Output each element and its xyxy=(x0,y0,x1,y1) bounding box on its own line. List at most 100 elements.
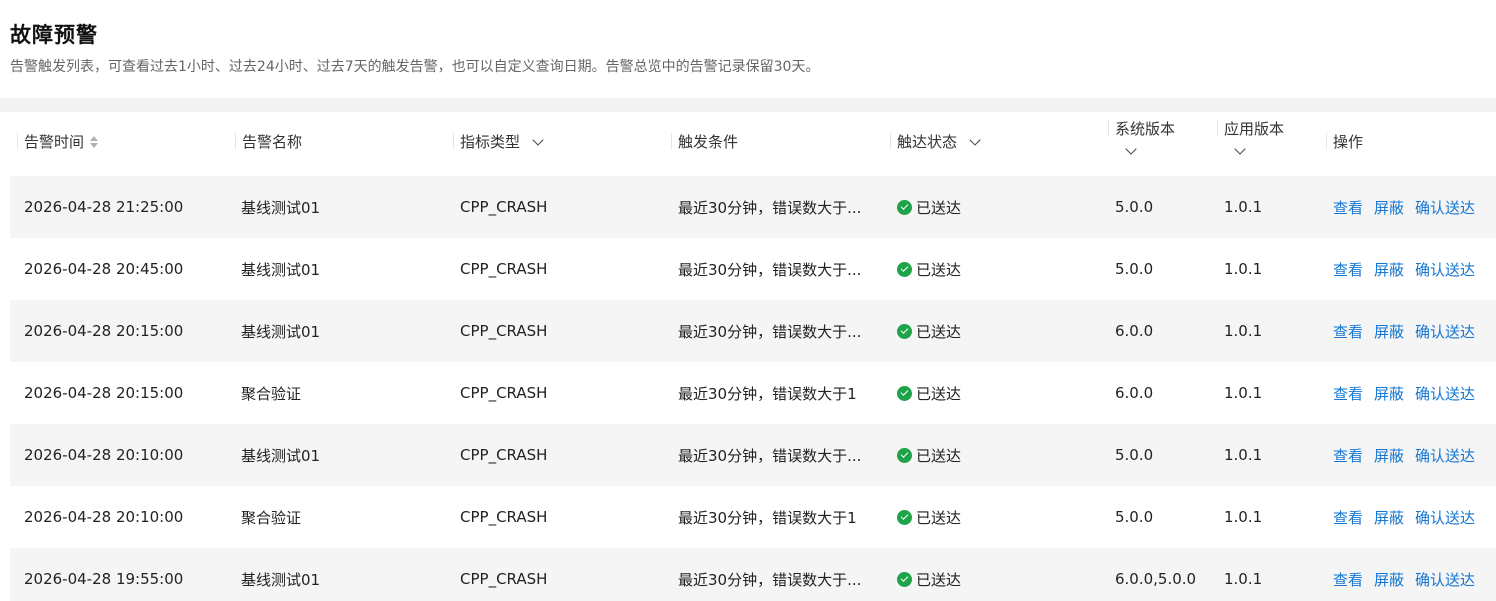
cell-sys-version-text: 6.0.0,5.0.0 xyxy=(1115,570,1197,588)
view-link[interactable]: 查看 xyxy=(1333,259,1363,280)
check-circle-icon xyxy=(897,261,912,277)
view-link[interactable]: 查看 xyxy=(1333,569,1363,590)
confirm-delivery-link[interactable]: 确认送达 xyxy=(1415,259,1475,280)
view-link[interactable]: 查看 xyxy=(1333,445,1363,466)
check-circle-icon xyxy=(897,323,912,339)
column-separator xyxy=(17,133,18,149)
column-separator xyxy=(1108,120,1109,136)
column-header-actions: 操作 xyxy=(1326,131,1364,152)
cell-status-text: 已送达 xyxy=(916,384,962,403)
cell-actions: 查看 屏蔽 确认送达 xyxy=(1333,300,1486,362)
cell-time-text: 2026-04-28 20:10:00 xyxy=(24,508,184,526)
table-header: 告警时间 告警名称 指标类型 触发条件 触达状态 系统版本 应用版本 操作 xyxy=(10,112,1496,176)
block-link[interactable]: 屏蔽 xyxy=(1374,507,1404,528)
cell-sys-version: 5.0.0 xyxy=(1115,176,1153,238)
block-link[interactable]: 屏蔽 xyxy=(1374,569,1404,590)
block-link[interactable]: 屏蔽 xyxy=(1374,197,1404,218)
confirm-delivery-link[interactable]: 确认送达 xyxy=(1415,321,1475,342)
confirm-delivery-link[interactable]: 确认送达 xyxy=(1415,445,1475,466)
cell-sys-version: 5.0.0 xyxy=(1115,486,1153,548)
cell-metric: CPP_CRASH xyxy=(460,362,547,424)
cell-name: 聚合验证 xyxy=(241,362,301,424)
view-link[interactable]: 查看 xyxy=(1333,507,1363,528)
column-separator xyxy=(235,133,236,149)
cell-sys-version: 6.0.0,5.0.0 xyxy=(1115,548,1196,601)
view-link[interactable]: 查看 xyxy=(1333,383,1363,404)
cell-condition-text: 最近30分钟，错误数大于1 xyxy=(678,384,857,403)
column-header-name-label: 告警名称 xyxy=(242,133,303,151)
column-header-time[interactable]: 告警时间 xyxy=(17,131,99,152)
cell-time-text: 2026-04-28 20:15:00 xyxy=(24,384,184,402)
sort-icon[interactable] xyxy=(90,135,99,148)
view-link[interactable]: 查看 xyxy=(1333,321,1363,342)
check-circle-icon xyxy=(897,385,912,401)
cell-metric: CPP_CRASH xyxy=(460,486,547,548)
cell-status: 已送达 xyxy=(897,176,961,238)
cell-name: 基线测试01 xyxy=(241,548,320,601)
confirm-delivery-link[interactable]: 确认送达 xyxy=(1415,569,1475,590)
cell-metric: CPP_CRASH xyxy=(460,548,547,601)
column-separator xyxy=(453,133,454,149)
cell-sys-version: 6.0.0 xyxy=(1115,362,1153,424)
cell-time-text: 2026-04-28 20:45:00 xyxy=(24,260,184,278)
cell-status: 已送达 xyxy=(897,486,961,548)
cell-condition: 最近30分钟，错误数大于... xyxy=(678,548,861,601)
view-link[interactable]: 查看 xyxy=(1333,197,1363,218)
column-header-sys-version-label: 系统版本 xyxy=(1115,120,1176,138)
cell-time-text: 2026-04-28 21:25:00 xyxy=(24,198,184,216)
cell-status-text: 已送达 xyxy=(916,570,962,589)
cell-sys-version-text: 5.0.0 xyxy=(1115,260,1154,278)
cell-sys-version: 5.0.0 xyxy=(1115,424,1153,486)
cell-metric: CPP_CRASH xyxy=(460,300,547,362)
cell-sys-version-text: 6.0.0 xyxy=(1115,384,1154,402)
confirm-delivery-link[interactable]: 确认送达 xyxy=(1415,197,1475,218)
cell-app-version-text: 1.0.1 xyxy=(1224,198,1263,216)
column-header-metric[interactable]: 指标类型 xyxy=(453,131,544,152)
column-header-status[interactable]: 触达状态 xyxy=(890,131,981,152)
cell-status-text: 已送达 xyxy=(916,322,962,341)
cell-time-text: 2026-04-28 20:15:00 xyxy=(24,322,184,340)
cell-time: 2026-04-28 20:15:00 xyxy=(24,300,183,362)
cell-condition-text: 最近30分钟，错误数大于... xyxy=(678,198,862,217)
block-link[interactable]: 屏蔽 xyxy=(1374,321,1404,342)
cell-sys-version: 5.0.0 xyxy=(1115,238,1153,300)
chevron-down-icon[interactable] xyxy=(532,133,544,146)
column-header-status-label: 触达状态 xyxy=(897,133,958,151)
cell-time: 2026-04-28 20:10:00 xyxy=(24,424,183,486)
column-header-sys-version[interactable]: 系统版本 xyxy=(1108,118,1176,139)
column-header-app-version[interactable]: 应用版本 xyxy=(1217,118,1284,139)
block-link[interactable]: 屏蔽 xyxy=(1374,445,1404,466)
confirm-delivery-link[interactable]: 确认送达 xyxy=(1415,507,1475,528)
cell-actions: 查看 屏蔽 确认送达 xyxy=(1333,238,1486,300)
chevron-down-icon[interactable] xyxy=(1234,143,1246,155)
check-circle-icon xyxy=(897,447,912,463)
column-header-name: 告警名称 xyxy=(235,131,303,152)
page-header: 故障预警 告警触发列表，可查看过去1小时、过去24小时、过去7天的触发告警，也可… xyxy=(0,0,1496,98)
cell-metric-text: CPP_CRASH xyxy=(460,570,548,588)
cell-metric-text: CPP_CRASH xyxy=(460,508,548,526)
cell-time: 2026-04-28 20:15:00 xyxy=(24,362,183,424)
chevron-down-icon[interactable] xyxy=(1125,143,1137,155)
cell-status: 已送达 xyxy=(897,424,961,486)
cell-sys-version: 6.0.0 xyxy=(1115,300,1153,362)
cell-metric-text: CPP_CRASH xyxy=(460,446,548,464)
block-link[interactable]: 屏蔽 xyxy=(1374,259,1404,280)
chevron-down-icon[interactable] xyxy=(969,133,981,146)
cell-metric: CPP_CRASH xyxy=(460,424,547,486)
cell-condition-text: 最近30分钟，错误数大于1 xyxy=(678,508,857,527)
cell-sys-version-text: 5.0.0 xyxy=(1115,508,1154,526)
cell-time-text: 2026-04-28 20:10:00 xyxy=(24,446,184,464)
table-row: 2026-04-28 20:15:00 基线测试01 CPP_CRASH 最近30分钟… xyxy=(10,300,1496,362)
block-link[interactable]: 屏蔽 xyxy=(1374,383,1404,404)
column-header-actions-label: 操作 xyxy=(1333,133,1364,151)
cell-condition: 最近30分钟，错误数大于1 xyxy=(678,362,857,424)
cell-metric-text: CPP_CRASH xyxy=(460,384,548,402)
page-title: 故障预警 xyxy=(10,23,98,47)
confirm-delivery-link[interactable]: 确认送达 xyxy=(1415,383,1475,404)
check-circle-icon xyxy=(897,199,912,215)
cell-condition-text: 最近30分钟，错误数大于... xyxy=(678,322,862,341)
cell-status: 已送达 xyxy=(897,362,961,424)
cell-app-version: 1.0.1 xyxy=(1224,176,1262,238)
cell-status: 已送达 xyxy=(897,300,961,362)
check-circle-icon xyxy=(897,571,912,587)
